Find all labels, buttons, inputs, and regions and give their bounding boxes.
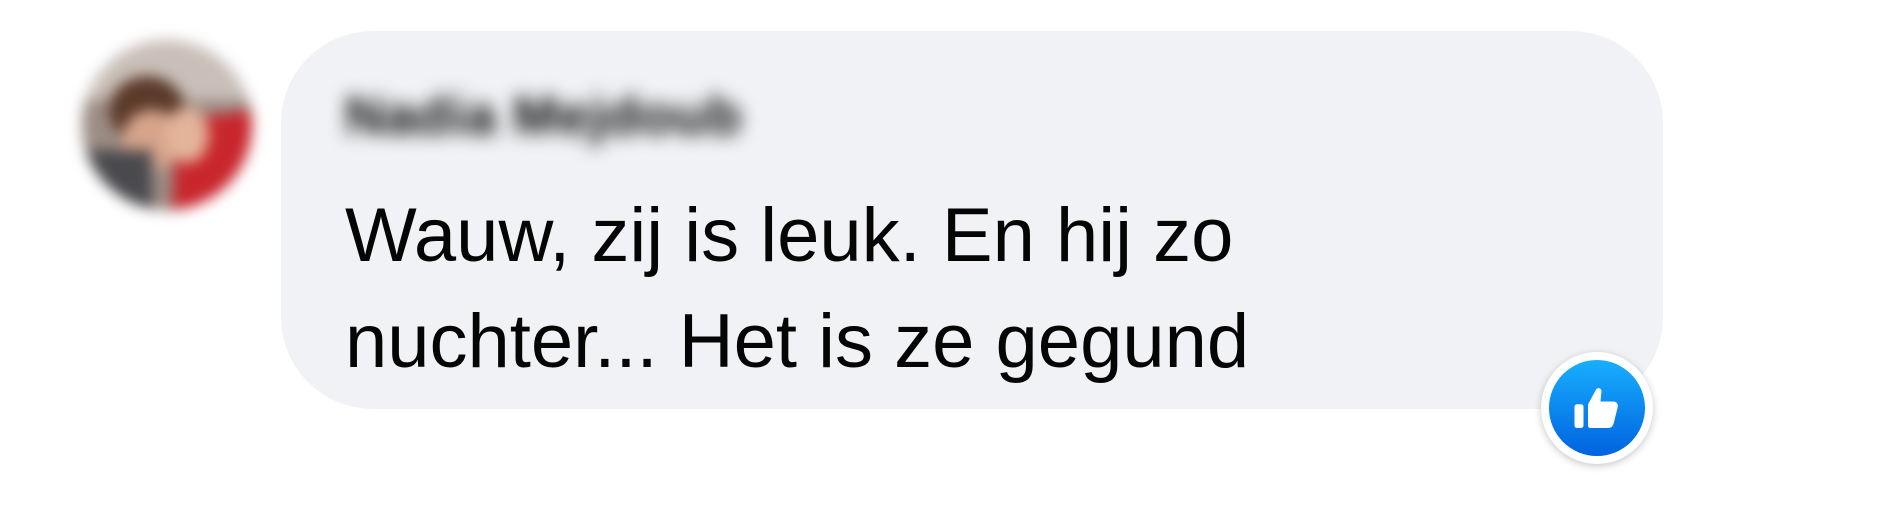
thumbs-up-icon <box>1574 388 1618 428</box>
comment-text: Wauw, zij is leuk. En hij zo nuchter... … <box>345 193 1250 384</box>
like-reaction-circle <box>1549 360 1645 456</box>
avatar[interactable] <box>82 40 252 210</box>
like-reaction-badge[interactable] <box>1541 352 1653 464</box>
comment-author-name[interactable]: Nadia Mejdoub <box>345 89 742 143</box>
comment-bubble: Nadia Mejdoub Wauw, zij is leuk. En hij … <box>281 31 1663 409</box>
